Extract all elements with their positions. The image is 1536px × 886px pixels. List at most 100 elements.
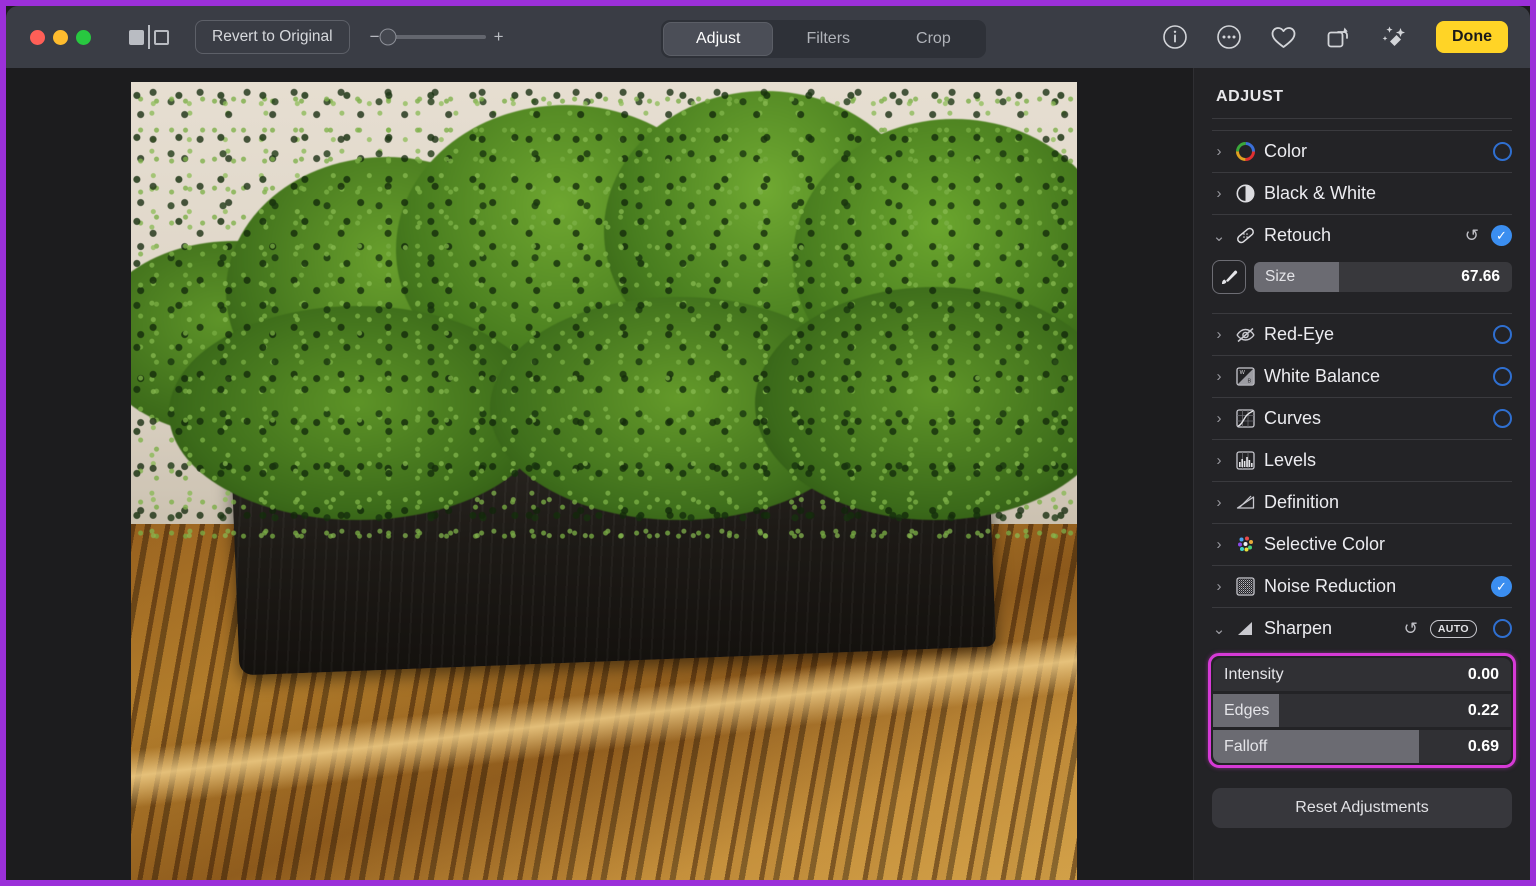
split-compare-icon[interactable] (127, 24, 171, 50)
retouch-toggle[interactable]: ✓ (1491, 225, 1512, 246)
sidebar-item-label: Selective Color (1264, 534, 1386, 554)
sidebar-item-selective-color[interactable]: › Selective Color (1208, 524, 1516, 565)
zoom-slider-knob[interactable] (379, 28, 397, 46)
eye-slash-icon (1234, 324, 1256, 346)
sharpen-icon (1234, 618, 1256, 640)
sidebar-item-definition[interactable]: › Definition (1208, 482, 1516, 523)
sharpen-sliders-highlight: Intensity 0.00 Edges 0.22 Falloff 0.69 (1208, 653, 1516, 768)
sidebar-item-noise-reduction[interactable]: › Noise Reduction ✓ (1208, 566, 1516, 607)
sidebar-item-label: Color (1264, 141, 1308, 161)
revert-to-original-button[interactable]: Revert to Original (195, 20, 350, 54)
curves-icon (1234, 408, 1256, 430)
split-filled-square-icon (129, 29, 144, 45)
sharpen-edges-label: Edges (1224, 701, 1270, 719)
sidebar-item-label: White Balance (1264, 366, 1381, 386)
sidebar-item-sharpen[interactable]: ⌄ Sharpen ↺ AUTO (1208, 608, 1516, 649)
chevron-down-icon[interactable]: ⌄ (1212, 227, 1226, 245)
bandage-icon (1234, 225, 1256, 247)
photo-moss-texture (131, 82, 1077, 549)
zoom-slider-track[interactable] (379, 28, 486, 46)
tab-filters[interactable]: Filters (774, 23, 882, 55)
sidebar-item-label: Black & White (1264, 183, 1377, 203)
chevron-right-icon[interactable]: › (1212, 368, 1226, 385)
sharpen-edges-slider[interactable]: Edges 0.22 (1213, 694, 1511, 727)
chevron-right-icon[interactable]: › (1212, 494, 1226, 511)
retouch-size-row: Size 67.66 (1208, 256, 1516, 302)
retouch-size-slider[interactable]: Size 67.66 (1254, 262, 1512, 292)
white-balance-icon: WB (1234, 366, 1256, 388)
chevron-right-icon[interactable]: › (1212, 326, 1226, 343)
sidebar-item-red-eye[interactable]: › Red-Eye (1208, 314, 1516, 355)
sidebar-item-levels[interactable]: › Levels (1208, 440, 1516, 481)
split-divider-icon (148, 25, 150, 49)
chevron-right-icon[interactable]: › (1212, 578, 1226, 595)
levels-icon (1234, 450, 1256, 472)
chevron-right-icon[interactable]: › (1212, 185, 1226, 202)
zoom-in-icon[interactable]: + (492, 27, 506, 47)
rotate-icon[interactable] (1325, 25, 1352, 50)
sidebar-item-color[interactable]: › Color (1208, 131, 1516, 172)
sidebar-item-curves[interactable]: › Curves (1208, 398, 1516, 439)
sharpen-intensity-value: 0.00 (1467, 665, 1499, 683)
sidebar-item-label: Definition (1264, 492, 1340, 512)
editor-mode-tabs: Adjust Filters Crop (661, 20, 986, 58)
chevron-right-icon[interactable]: › (1212, 536, 1226, 553)
sidebar-item-label: Red-Eye (1264, 324, 1335, 344)
favorite-heart-icon[interactable] (1270, 25, 1297, 50)
chevron-right-icon[interactable]: › (1212, 143, 1226, 160)
traffic-lights (30, 29, 91, 45)
tab-crop[interactable]: Crop (884, 23, 983, 55)
sidebar-title: ADJUST (1216, 88, 1284, 105)
sidebar-item-label: Noise Reduction (1264, 576, 1397, 596)
chevron-right-icon[interactable]: › (1212, 452, 1226, 469)
sharpen-edges-value: 0.22 (1467, 701, 1499, 719)
revert-to-original-label: Revert to Original (212, 28, 333, 45)
zoom-control[interactable]: − + (368, 27, 506, 47)
close-window-button[interactable] (30, 29, 45, 45)
adjust-sidebar: ADJUST › Color › Black & White ⌄ Retouch… (1193, 68, 1530, 880)
curves-toggle[interactable] (1493, 409, 1512, 428)
red-eye-toggle[interactable] (1493, 325, 1512, 344)
brush-icon[interactable] (1212, 260, 1246, 294)
chevron-down-icon[interactable]: ⌄ (1212, 620, 1226, 638)
sharpen-toggle[interactable] (1493, 619, 1512, 638)
done-button[interactable]: Done (1436, 21, 1508, 53)
minimize-window-button[interactable] (53, 29, 68, 45)
sidebar-item-retouch[interactable]: ⌄ Retouch ↺ ✓ (1208, 215, 1516, 256)
color-toggle[interactable] (1493, 142, 1512, 161)
sharpen-falloff-label: Falloff (1224, 737, 1268, 755)
sharpen-revert-icon[interactable]: ↺ (1404, 619, 1418, 639)
reset-adjustments-button[interactable]: Reset Adjustments (1212, 788, 1512, 828)
toolbar-right-icons: Done (1162, 6, 1508, 68)
noise-reduction-icon (1234, 576, 1256, 598)
sharpen-intensity-slider[interactable]: Intensity 0.00 (1213, 658, 1511, 691)
sharpen-falloff-slider[interactable]: Falloff 0.69 (1213, 730, 1511, 763)
selective-color-icon (1234, 534, 1256, 556)
sharpen-intensity-label: Intensity (1224, 665, 1284, 683)
sidebar-item-label: Retouch (1264, 225, 1332, 245)
sidebar-item-white-balance[interactable]: › WB White Balance (1208, 356, 1516, 397)
svg-text:W: W (1239, 370, 1245, 376)
edited-photo[interactable] (131, 82, 1077, 880)
maximize-window-button[interactable] (76, 29, 91, 45)
retouch-revert-icon[interactable]: ↺ (1465, 226, 1479, 246)
info-icon[interactable] (1162, 24, 1188, 50)
sidebar-item-label: Sharpen (1264, 618, 1333, 638)
sharpen-falloff-value: 0.69 (1467, 737, 1499, 755)
color-wheel-icon (1234, 141, 1256, 163)
noise-reduction-toggle[interactable]: ✓ (1491, 576, 1512, 597)
tab-adjust[interactable]: Adjust (664, 23, 773, 55)
photo-moss-cluster (131, 82, 1077, 549)
white-balance-toggle[interactable] (1493, 367, 1512, 386)
reset-adjustments-label: Reset Adjustments (1295, 799, 1429, 816)
more-options-icon[interactable] (1216, 24, 1242, 50)
retouch-size-label: Size (1265, 268, 1296, 285)
retouch-size-value: 67.66 (1461, 268, 1500, 285)
auto-enhance-icon[interactable] (1380, 24, 1408, 50)
chevron-right-icon[interactable]: › (1212, 410, 1226, 427)
black-white-circle-icon (1234, 183, 1256, 205)
sidebar-item-black-and-white[interactable]: › Black & White (1208, 173, 1516, 214)
sharpen-auto-badge[interactable]: AUTO (1429, 619, 1477, 638)
done-label: Done (1452, 28, 1492, 45)
photos-editor-window: Revert to Original − + Adjust Filters Cr… (0, 0, 1536, 886)
